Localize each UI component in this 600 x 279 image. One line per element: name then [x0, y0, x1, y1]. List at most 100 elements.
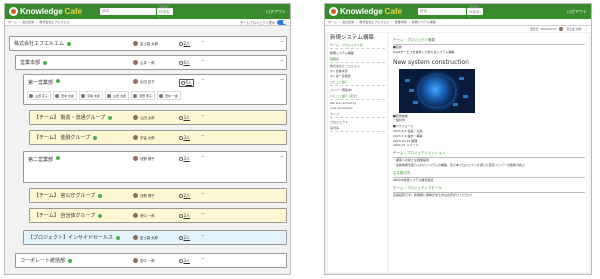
- info-icon[interactable]: [108, 115, 113, 120]
- search-scope-select[interactable]: 組織全体検索 ▾: [157, 5, 174, 19]
- info-icon[interactable]: [93, 135, 98, 140]
- org-row[interactable]: 第二営業部: [23, 151, 287, 183]
- manager[interactable]: 河野 博子: [133, 193, 155, 198]
- member-chip[interactable]: 宇留 太郎: [79, 91, 103, 100]
- info-icon[interactable]: [67, 41, 72, 46]
- member-count[interactable]: 6人: [179, 79, 195, 87]
- team-row[interactable]: 【チーム】 官公庁グループ: [29, 188, 287, 203]
- manager[interactable]: 富士森 太郎: [133, 235, 158, 240]
- avatar: [133, 79, 138, 84]
- collapse-icon[interactable]: −: [280, 58, 284, 64]
- more-icon[interactable]: ···: [201, 113, 205, 119]
- member-count[interactable]: 2人: [179, 213, 190, 219]
- toggle-switch[interactable]: [277, 19, 287, 25]
- breadcrumb-company[interactable]: 会社全体: [342, 20, 354, 24]
- more-icon[interactable]: ···: [201, 191, 205, 197]
- field-value[interactable]: 株式会社エフエルエム: [330, 64, 385, 68]
- team-row[interactable]: 【チーム】 製造・流通グループ: [29, 110, 287, 125]
- team-row[interactable]: 【チーム】 金融グループ: [29, 130, 287, 145]
- team-name[interactable]: 【チーム】 製造・流通グループ: [34, 114, 105, 121]
- breadcrumb-company[interactable]: 会社全体: [22, 20, 34, 24]
- manager[interactable]: 富士森 太郎: [133, 41, 158, 46]
- avatar: [559, 27, 564, 31]
- org-name[interactable]: 第一営業部: [28, 79, 53, 86]
- more-icon[interactable]: ···: [201, 39, 205, 45]
- search-input[interactable]: 検索: [100, 8, 157, 15]
- manager[interactable]: 河野 博子: [133, 156, 155, 161]
- member-name: 田中 太郎: [61, 93, 74, 98]
- member-count[interactable]: 2人: [179, 235, 190, 241]
- project-name[interactable]: 【プロジェクト】インサイドセールス: [28, 234, 113, 241]
- count-value: 2人: [183, 41, 191, 46]
- team-name[interactable]: 【チーム】 官公庁グループ: [34, 192, 95, 199]
- member-count[interactable]: 2人: [179, 193, 190, 199]
- breadcrumb-org[interactable]: 株式会社エフエルエム: [39, 20, 69, 24]
- info-icon[interactable]: [43, 60, 48, 65]
- more-icon[interactable]: ···: [584, 27, 587, 31]
- more-icon[interactable]: ···: [201, 233, 205, 239]
- member-count[interactable]: 2人: [179, 41, 190, 47]
- more-icon[interactable]: ···: [201, 154, 205, 160]
- breadcrumb-dept[interactable]: 営業本部: [395, 20, 407, 24]
- team-name[interactable]: 【チーム】 金融グループ: [34, 134, 90, 141]
- avatar: [133, 93, 137, 98]
- more-icon[interactable]: ···: [201, 256, 205, 262]
- info-icon[interactable]: [56, 79, 61, 83]
- more-icon[interactable]: ···: [201, 211, 205, 217]
- member-count[interactable]: 3人: [179, 156, 190, 162]
- breadcrumb-home[interactable]: ホーム: [328, 20, 337, 24]
- field-value[interactable]: (D) 営業本部: [330, 69, 385, 73]
- member-count[interactable]: 3人: [179, 135, 190, 141]
- field-value: new members!: [330, 106, 353, 110]
- collapse-icon[interactable]: −: [280, 77, 284, 83]
- info-icon[interactable]: [116, 235, 121, 240]
- count-value: 6人: [183, 60, 191, 65]
- more-icon[interactable]: ···: [201, 77, 205, 83]
- manager[interactable]: 宇留 太郎: [133, 135, 155, 140]
- app-logo[interactable]: Knowledge Cafe: [9, 7, 82, 16]
- org-name[interactable]: 第二営業部: [28, 156, 53, 163]
- field-value[interactable]: (D) 第一営業部: [330, 74, 385, 78]
- org-name[interactable]: 営業本部: [20, 59, 40, 66]
- collapse-icon[interactable]: −: [280, 154, 284, 160]
- info-icon[interactable]: [98, 193, 103, 198]
- info-icon[interactable]: [56, 156, 61, 160]
- field-label: 事例等: [330, 126, 385, 132]
- member-count[interactable]: 6人: [179, 60, 190, 66]
- info-icon[interactable]: [68, 258, 73, 263]
- member-chip[interactable]: 山田 太郎: [105, 91, 129, 100]
- member-count[interactable]: 3人: [179, 258, 190, 264]
- team-row[interactable]: 【チーム】 自治体グループ: [29, 208, 287, 223]
- member-chip[interactable]: 河野 博子: [131, 91, 155, 100]
- breadcrumb-org[interactable]: 株式会社エフエルエム: [359, 20, 389, 24]
- manager[interactable]: 田中 一郎: [133, 258, 155, 263]
- member-chip[interactable]: 田中 太郎: [53, 91, 77, 100]
- org-name[interactable]: 株式会社エフエルエム: [14, 40, 64, 47]
- updated-by[interactable]: 富士森 太郎: [566, 27, 581, 31]
- manager[interactable]: 田中 一郎: [133, 213, 155, 218]
- manager[interactable]: 山本 一郎: [133, 60, 155, 65]
- collapse-icon[interactable]: −: [280, 39, 284, 45]
- manager[interactable]: 山田 太郎: [133, 115, 155, 120]
- logout-link[interactable]: ログアウト: [266, 9, 286, 15]
- breadcrumb-home[interactable]: ホーム: [8, 20, 17, 24]
- manager[interactable]: 山田 花子: [133, 79, 155, 84]
- app-header: Knowledge Cafe 検索 組織全体検索 ▾ ログアウト: [5, 4, 290, 19]
- more-icon[interactable]: ···: [201, 133, 205, 139]
- more-icon[interactable]: ···: [201, 58, 205, 64]
- tech-heading: ■利用技術: [393, 113, 408, 118]
- member-count[interactable]: 3人: [179, 115, 190, 121]
- logout-link[interactable]: ログアウト: [567, 9, 587, 15]
- org-name[interactable]: コーポレート統括部: [20, 257, 65, 264]
- field-label: タイプ: [330, 112, 385, 118]
- search-scope-select[interactable]: 組織全体検索 ▾: [467, 5, 484, 19]
- member-chip[interactable]: 田中 一郎: [157, 91, 181, 100]
- info-icon[interactable]: [98, 213, 103, 218]
- team-project-toggle[interactable]: チームプロジェクト表示: [240, 19, 287, 25]
- search-input[interactable]: 検索: [418, 8, 467, 15]
- member-chip[interactable]: 山田 花子: [27, 91, 51, 100]
- app-logo[interactable]: Knowledge Cafe: [329, 7, 402, 16]
- org-row[interactable]: 第一営業部: [23, 74, 287, 105]
- team-name[interactable]: 【チーム】 自治体グループ: [34, 212, 95, 219]
- manager-name: 富士森 太郎: [140, 42, 159, 46]
